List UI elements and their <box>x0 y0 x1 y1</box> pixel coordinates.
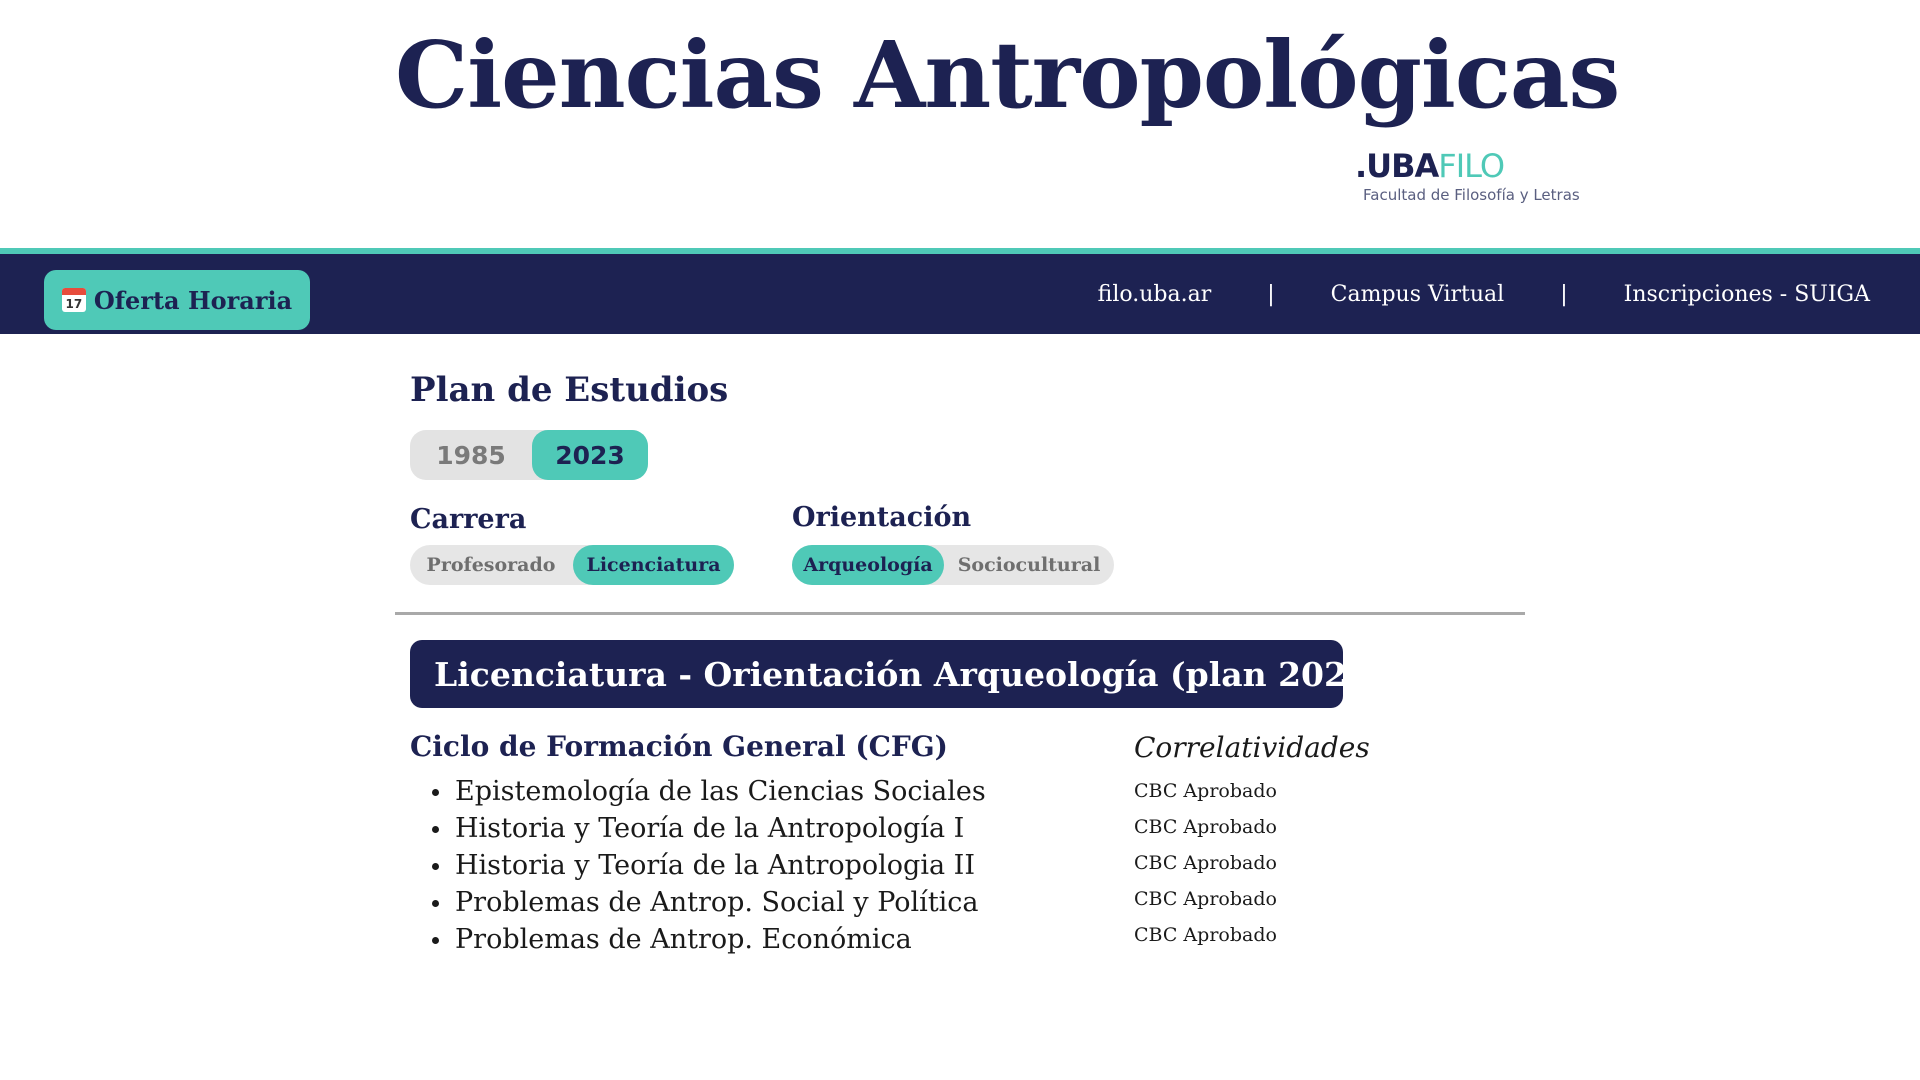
carrera-label: Carrera <box>410 504 527 535</box>
plan-banner: Licenciatura - Orientación Arqueología (… <box>410 640 1386 708</box>
subject-item: Epistemología de las Ciencias Sociales <box>432 773 986 810</box>
logo-wordmark: .UBAFILO <box>1355 150 1575 182</box>
year-option-1985[interactable]: 1985 <box>410 430 532 480</box>
oferta-horaria-label: Oferta Horaria <box>93 285 293 315</box>
year-option-2023[interactable]: 2023 <box>532 430 648 480</box>
cycle-title: Ciclo de Formación General (CFG) <box>410 730 948 763</box>
nav-links: filo.uba.ar | Campus Virtual | Inscripci… <box>1098 254 1870 334</box>
subject-item: Problemas de Antrop. Social y Política <box>432 884 986 921</box>
ubafilo-logo[interactable]: .UBAFILO Facultad de Filosofía y Letras <box>1355 150 1580 204</box>
subject-item: Historia y Teoría de la Antropología I <box>432 810 986 847</box>
carrera-option-profesorado[interactable]: Profesorado <box>410 545 572 585</box>
logo-subtitle: Facultad de Filosofía y Letras <box>1363 186 1580 204</box>
oferta-horaria-button[interactable]: 17 Oferta Horaria <box>44 270 310 330</box>
plan-heading: Plan de Estudios <box>410 370 729 410</box>
subject-list: Epistemología de las Ciencias Sociales H… <box>432 773 986 958</box>
nav-link-inscripciones[interactable]: Inscripciones - SUIGA <box>1624 282 1870 307</box>
nav-separator: | <box>1560 281 1568 307</box>
orientacion-toggle: Arqueología Sociocultural <box>792 545 1114 585</box>
plan-banner-title: Licenciatura - Orientación Arqueología (… <box>434 654 1386 694</box>
subject-item: Problemas de Antrop. Económica <box>432 921 986 958</box>
nav-separator: | <box>1267 281 1275 307</box>
site-title: Ciencias Antropológicas <box>395 21 1620 129</box>
section-divider <box>395 612 1525 615</box>
logo-filo-text: FILO <box>1438 147 1505 185</box>
correlatividad-item: CBC Aprobado <box>1134 780 1277 802</box>
correlatividad-item: CBC Aprobado <box>1134 888 1277 910</box>
carrera-toggle: Profesorado Licenciatura <box>410 545 734 585</box>
carrera-option-licenciatura[interactable]: Licenciatura <box>573 545 734 585</box>
correlatividad-item: CBC Aprobado <box>1134 852 1277 874</box>
calendar-icon: 17 <box>61 288 86 312</box>
orientacion-option-arqueologia[interactable]: Arqueología <box>792 545 944 585</box>
nav-link-filo[interactable]: filo.uba.ar <box>1098 282 1212 307</box>
orientacion-option-sociocultural[interactable]: Sociocultural <box>944 545 1114 585</box>
correlatividad-item: CBC Aprobado <box>1134 816 1277 838</box>
correlatividades-list: CBC Aprobado CBC Aprobado CBC Aprobado C… <box>1134 773 1277 953</box>
correlatividades-header: Correlatividades <box>1134 731 1370 764</box>
subject-item: Historia y Teoría de la Antropologia II <box>432 847 986 884</box>
main-navbar: 17 Oferta Horaria filo.uba.ar | Campus V… <box>0 248 1920 334</box>
logo-uba-text: .UBA <box>1355 147 1439 185</box>
correlatividad-item: CBC Aprobado <box>1134 924 1277 946</box>
nav-link-campus-virtual[interactable]: Campus Virtual <box>1331 282 1505 307</box>
plan-year-toggle: 1985 2023 <box>410 430 648 480</box>
site-header: Ciencias Antropológicas .UBAFILO Faculta… <box>0 0 1920 248</box>
orientacion-label: Orientación <box>792 502 972 533</box>
